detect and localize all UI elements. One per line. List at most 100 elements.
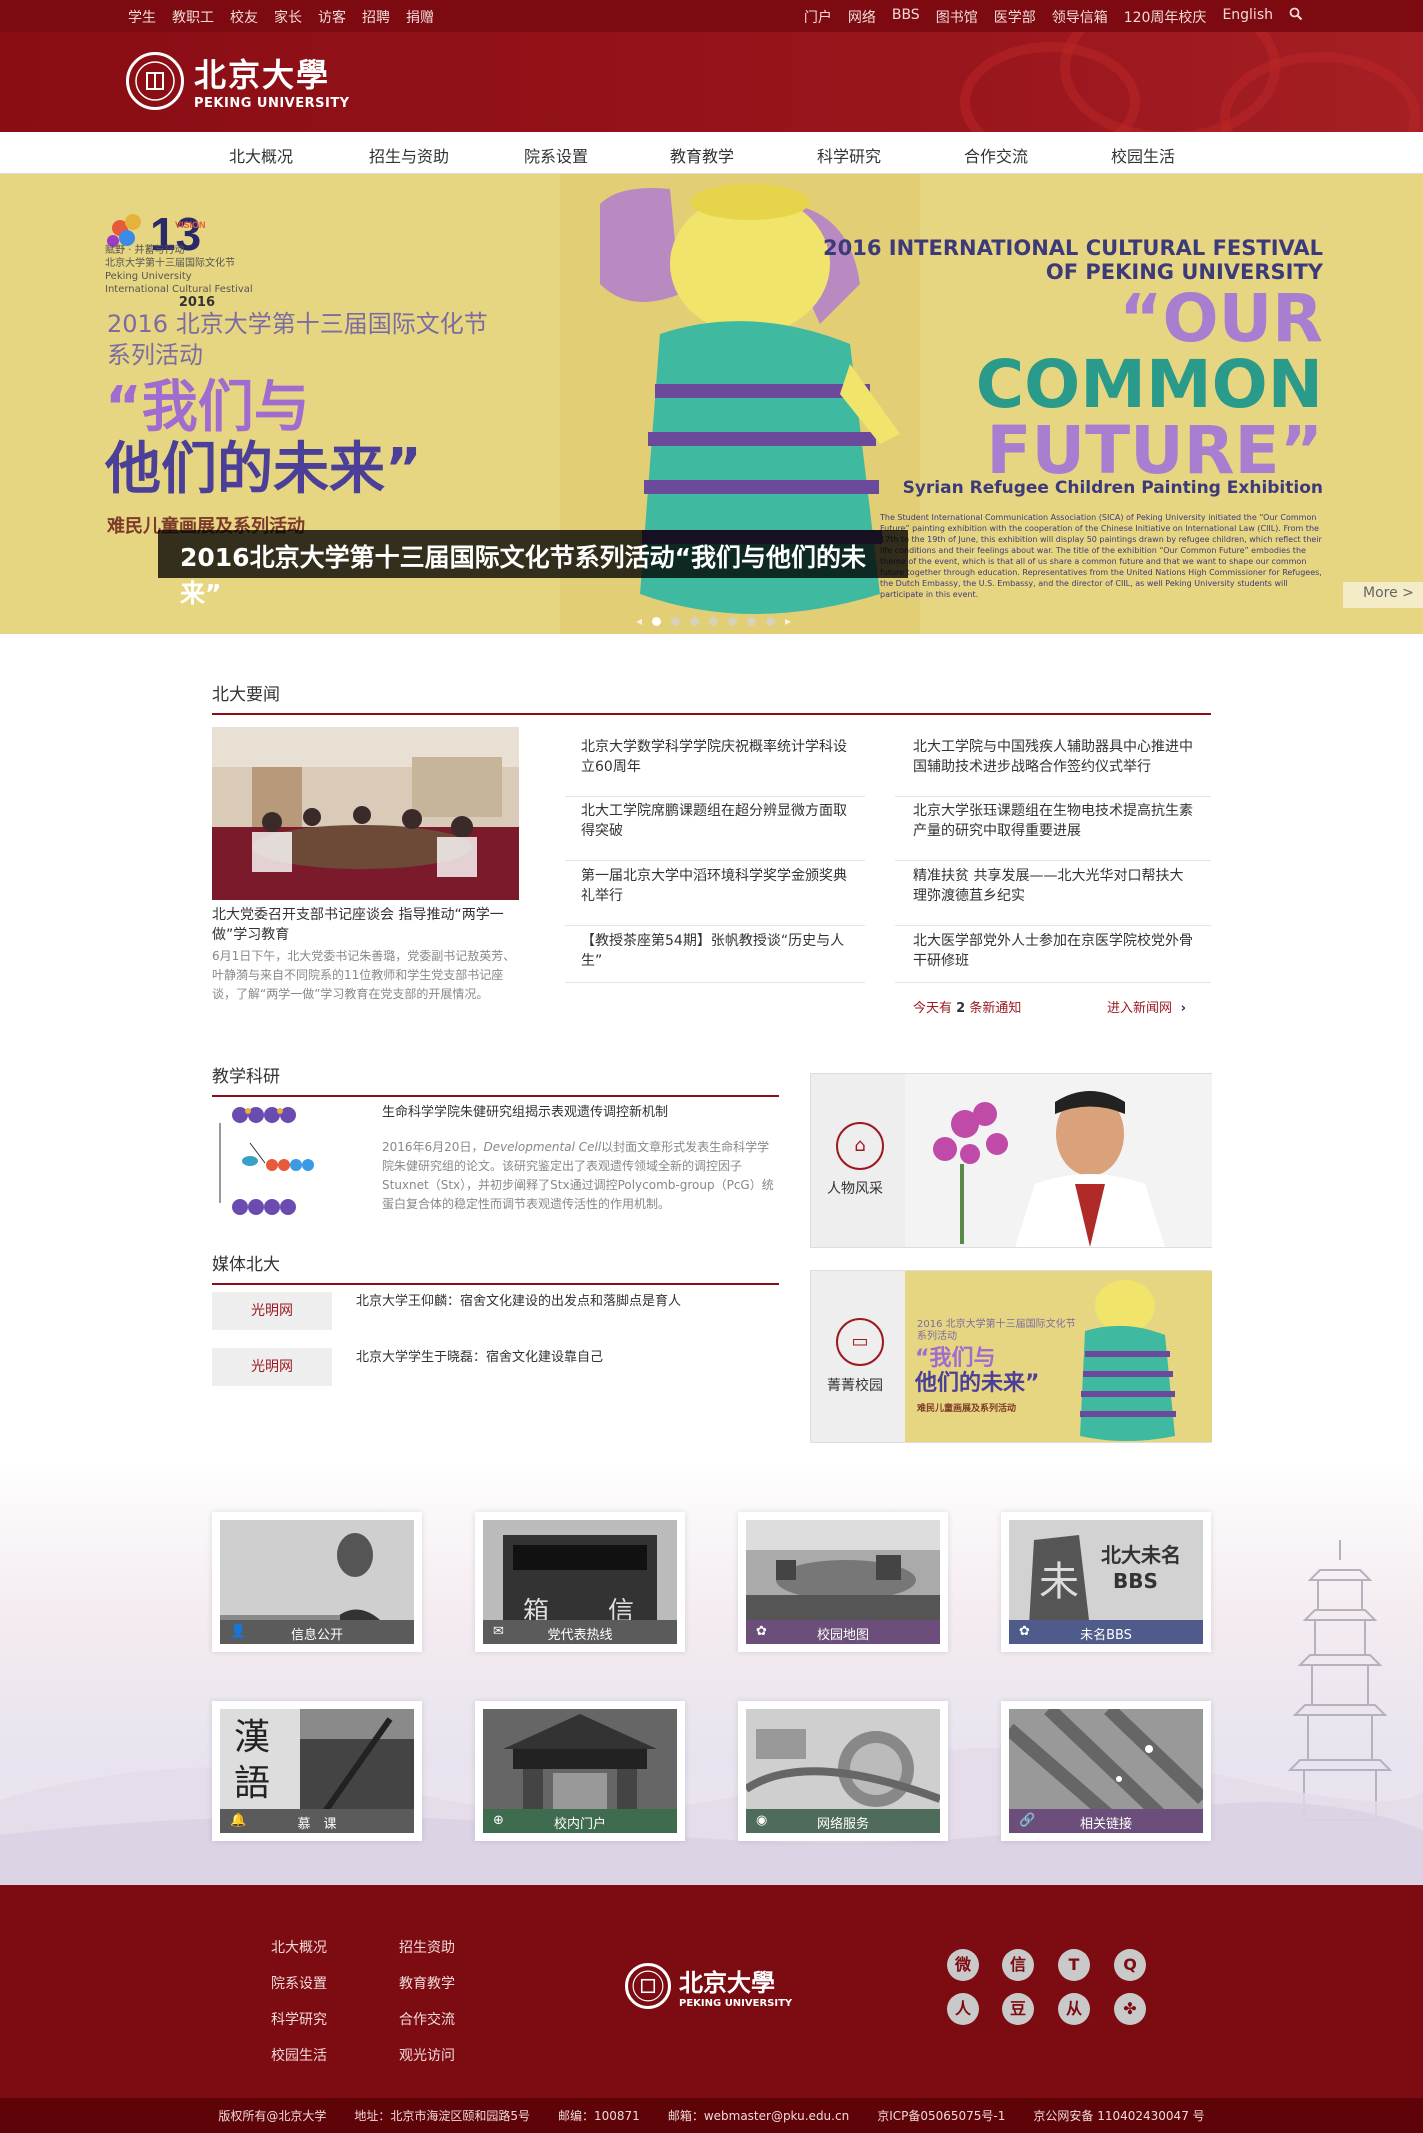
main-nav: 北大概况 招生与资助 院系设置 教育教学 科学研究 合作交流 校园生活 [0, 132, 1423, 174]
link-mailbox[interactable]: 领导信箱 [1052, 7, 1108, 27]
people-card[interactable]: ⌂ 人物风采 [810, 1073, 1212, 1248]
service-links: 门户 网络 BBS 图书馆 医学部 领导信箱 120周年校庆 English [804, 7, 1303, 27]
banner-more-button[interactable]: More > [1343, 582, 1423, 608]
research-diagram-image[interactable] [210, 1103, 330, 1221]
news-item[interactable]: 北京大学张珏课题组在生物电技术提高抗生素产量的研究中取得重要进展 [895, 801, 1211, 861]
media-item[interactable]: 北京大学王仰麟：宿舍文化建设的出发点和落脚点是育人 [356, 1292, 776, 1312]
footer-link[interactable]: 校园生活 [271, 2045, 327, 2065]
nav-admissions[interactable]: 招生与资助 [369, 143, 449, 167]
slide-dot[interactable] [747, 616, 757, 626]
tile-campus-map[interactable]: ✿ 校园地图 [738, 1512, 948, 1652]
link-students[interactable]: 学生 [128, 7, 156, 27]
nav-about[interactable]: 北大概况 [229, 143, 293, 167]
banner-festival-en: 2016 INTERNATIONAL CULTURAL FESTIVAL OF … [823, 236, 1323, 284]
link-visitors[interactable]: 访客 [318, 7, 346, 27]
community-icon[interactable]: 从 [1058, 1993, 1090, 2025]
police-record-text[interactable]: 京公网安备 110402430047 号 [1033, 2107, 1204, 2124]
qq-icon[interactable]: Q [1114, 1949, 1146, 1981]
link-jobs[interactable]: 招聘 [362, 7, 390, 27]
link-bbs[interactable]: BBS [892, 7, 920, 27]
nav-research[interactable]: 科学研究 [817, 143, 881, 167]
banner-subtitle-line: 系列活动 [107, 341, 203, 369]
today-count: 2 [956, 1001, 966, 1016]
bbs-art-text: 北大未名 BBS [1101, 1542, 1181, 1594]
link-english[interactable]: English [1222, 7, 1273, 27]
tile-info-disclosure[interactable]: 👤 信息公开 [212, 1512, 422, 1652]
slide-dot[interactable] [728, 616, 738, 626]
banner-our-line: FUTURE” [986, 412, 1323, 489]
banner-subtitle: 2016 北京大学第十三届国际文化节 系列活动 [107, 309, 488, 371]
renren-icon[interactable]: 人 [947, 1993, 979, 2025]
slide-dot[interactable] [709, 616, 719, 626]
prev-arrow-icon[interactable]: ◂ [636, 614, 642, 628]
banner-caption[interactable]: 2016北京大学第十三届国际文化节系列活动“我们与他们的未来” [158, 530, 908, 608]
footer-link[interactable]: 北大概况 [271, 1937, 327, 1957]
link-anniversary[interactable]: 120周年校庆 [1124, 7, 1207, 27]
tile-label: 校园地图 [816, 1628, 869, 1643]
today-notice[interactable]: 今天有 2 条新通知 [913, 997, 1021, 1016]
pku-seal-icon [126, 51, 184, 110]
mini-subtitle-line: 2016 北京大学第十三届国际文化节 [917, 1319, 1076, 1330]
link-alumni[interactable]: 校友 [230, 7, 258, 27]
footer-link[interactable]: 院系设置 [271, 1973, 327, 1993]
clover-icon[interactable]: ✤ [1114, 1993, 1146, 2025]
tile-network-service[interactable]: ◉ 网络服务 [738, 1701, 948, 1841]
news-item[interactable]: 精准扶贫 共享发展——北大光华对口帮扶大理弥渡德苴乡纪实 [895, 866, 1211, 926]
media-source-tag[interactable]: 光明网 [212, 1292, 332, 1330]
research-desc-date: 2016年6月20日， [382, 1140, 484, 1154]
news-feature-title[interactable]: 北大党委召开支部书记座谈会 指导推动“两学一做”学习教育 [212, 905, 522, 945]
nav-schools[interactable]: 院系设置 [524, 143, 588, 167]
media-source-tag[interactable]: 光明网 [212, 1348, 332, 1386]
news-item[interactable]: 北大工学院席鹏课题组在超分辨显微方面取得突破 [565, 801, 865, 861]
next-arrow-icon[interactable]: ▸ [785, 614, 791, 628]
icp-text[interactable]: 京ICP备05065075号-1 [877, 2107, 1005, 2124]
footer-link[interactable]: 合作交流 [399, 2009, 455, 2029]
tile-weiming-bbs[interactable]: 未 北大未名 BBS ✿ 未名BBS [1001, 1512, 1211, 1652]
wechat-icon[interactable]: 信 [1002, 1949, 1034, 1981]
news-item[interactable]: 第一届北京大学中滔环境科学奖学金颁奖典礼举行 [565, 866, 865, 926]
footer-link[interactable]: 科学研究 [271, 2009, 327, 2029]
tile-campus-portal[interactable]: ⊕ 校内门户 [475, 1701, 685, 1841]
link-parents[interactable]: 家长 [274, 7, 302, 27]
search-icon[interactable] [1289, 7, 1303, 21]
research-headline[interactable]: 生命科学学院朱健研究组揭示表观遗传调控新机制 [382, 1103, 782, 1123]
festival-line: Peking University [105, 271, 192, 282]
slide-dot[interactable] [690, 616, 700, 626]
footer-link[interactable]: 观光访问 [399, 2045, 455, 2065]
slide-dot[interactable] [766, 616, 776, 626]
link-medical[interactable]: 医学部 [994, 7, 1036, 27]
douban-icon[interactable]: 豆 [1002, 1993, 1034, 2025]
nav-education[interactable]: 教育教学 [670, 143, 734, 167]
tencent-icon[interactable]: T [1058, 1949, 1090, 1981]
tile-label: 党代表热线 [547, 1628, 613, 1643]
link-library[interactable]: 图书馆 [936, 7, 978, 27]
link-staff[interactable]: 教职工 [172, 7, 214, 27]
footer-link[interactable]: 教育教学 [399, 1973, 455, 1993]
festival-small-text: 赋野 · 并蓄与行动 北京大学第十三届国际文化节 Peking Universi… [105, 244, 253, 309]
news-feature-image[interactable] [212, 727, 519, 900]
hero-banner[interactable]: 13 VISION 赋野 · 并蓄与行动 北京大学第十三届国际文化节 Pekin… [0, 174, 1423, 634]
news-item[interactable]: 北大医学部党外人士参加在京医学院校党外骨干研修班 [895, 931, 1211, 983]
news-item[interactable]: 北大工学院与中国残疾人辅助器具中心推进中国辅助技术进步战略合作签约仪式举行 [895, 737, 1211, 797]
pku-logo[interactable]: 北京大學 PEKING UNIVERSITY [126, 50, 350, 111]
link-network[interactable]: 网络 [848, 7, 876, 27]
footer-link[interactable]: 招生资助 [399, 1937, 455, 1957]
enter-news-link[interactable]: 进入新闻网 › [1107, 997, 1186, 1016]
site-footer: 北大概况 院系设置 科学研究 校园生活 招生资助 教育教学 合作交流 观光访问 … [0, 1885, 1423, 2098]
email-text[interactable]: 邮箱：webmaster@pku.edu.cn [668, 2107, 849, 2124]
slide-dot[interactable] [652, 616, 662, 626]
footer-logo[interactable]: 北京大學 PEKING UNIVERSITY [625, 1963, 792, 2009]
link-portal[interactable]: 门户 [804, 7, 832, 27]
tile-party-hotline[interactable]: 箱信 ✉ 党代表热线 [475, 1512, 685, 1652]
nav-exchange[interactable]: 合作交流 [964, 143, 1028, 167]
weibo-icon[interactable]: 微 [947, 1949, 979, 1981]
media-item[interactable]: 北京大学学生于晓磊：宿舍文化建设靠自己 [356, 1348, 776, 1368]
news-item[interactable]: 北京大学数学科学学院庆祝概率统计学科设立60周年 [565, 737, 865, 797]
tile-related-links[interactable]: 🔗 相关链接 [1001, 1701, 1211, 1841]
tile-mooc[interactable]: 漢 語 🔔 慕 课 [212, 1701, 422, 1841]
link-donate[interactable]: 捐赠 [406, 7, 434, 27]
campus-card[interactable]: ▭ 菁菁校园 2016 北京大学第十三届国际文化节 系列活动 “我们与 他们的未… [810, 1270, 1212, 1443]
slide-dot[interactable] [671, 616, 681, 626]
news-item[interactable]: 【教授茶座第54期】张帆教授谈“历史与人生” [565, 931, 865, 983]
nav-campus-life[interactable]: 校园生活 [1111, 143, 1175, 167]
